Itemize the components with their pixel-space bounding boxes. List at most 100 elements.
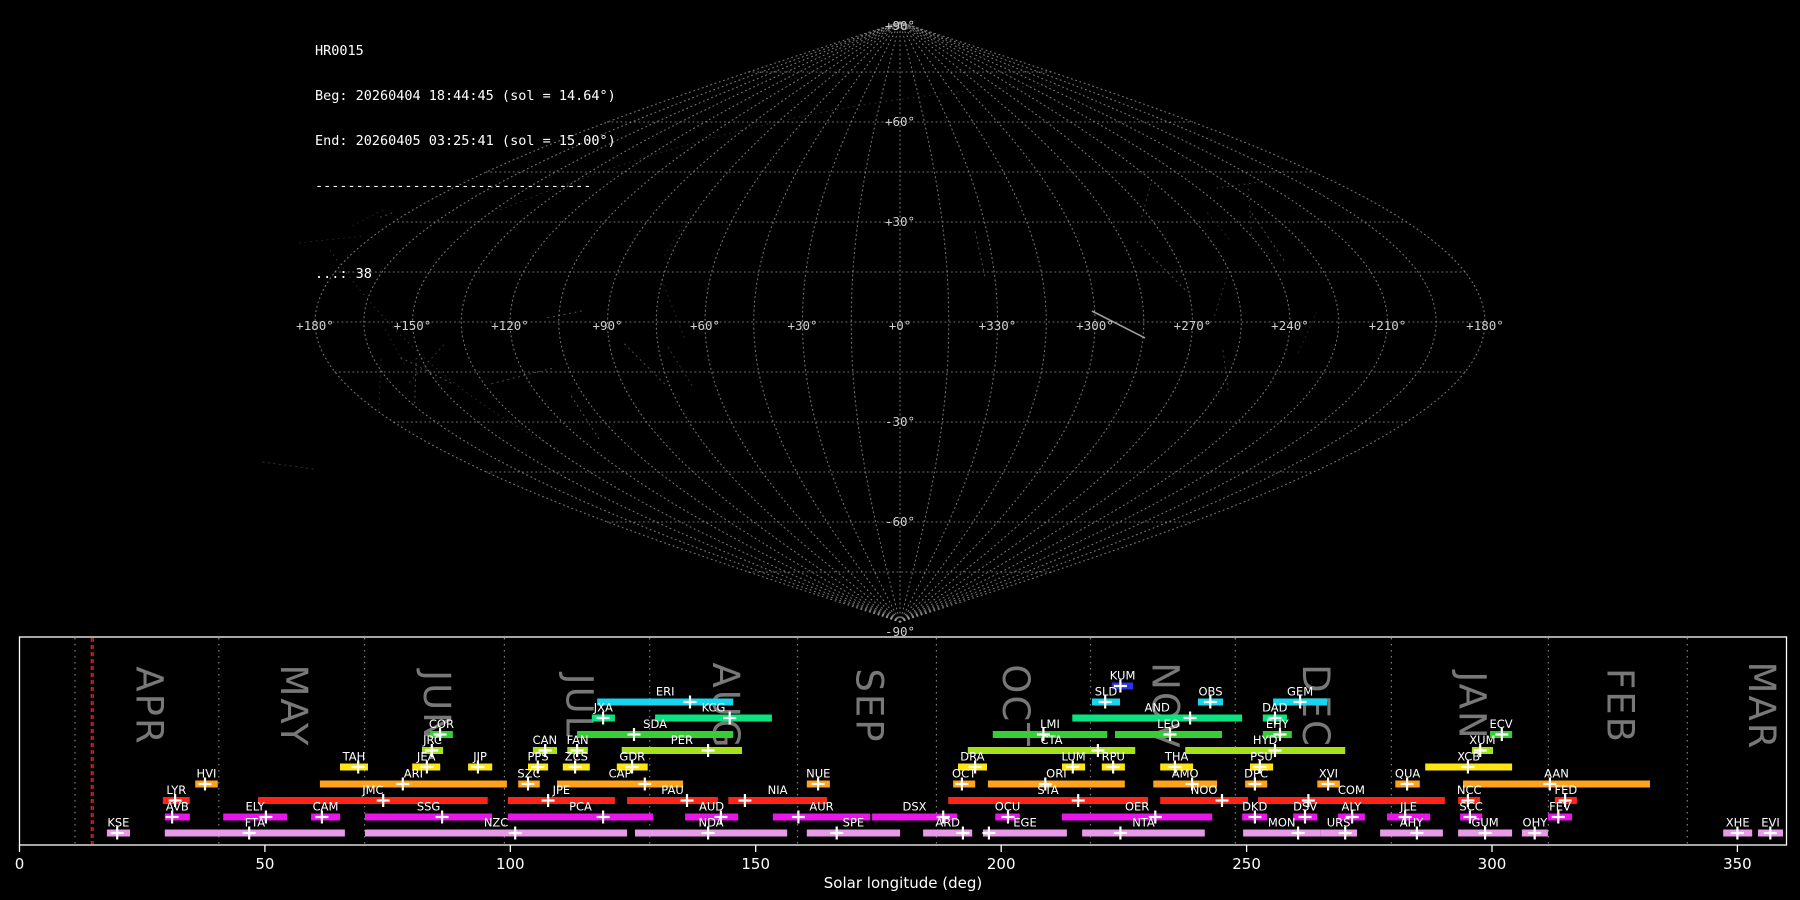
map-lat-label: -60° [885, 514, 915, 529]
shower-code-label: COM [1338, 783, 1365, 797]
shower-code-label: TAH [342, 750, 366, 764]
map-lon-label: +180° [296, 318, 334, 333]
shower-code-label: AUD [699, 800, 724, 814]
map-lon-label: +210° [1369, 318, 1407, 333]
map-lon-label: +180° [1466, 318, 1504, 333]
meteor-trail [1207, 213, 1229, 240]
shower-code-label: JLE [1399, 800, 1417, 814]
shower-code-label: AMO [1172, 767, 1199, 781]
meteor-trail [1137, 242, 1185, 290]
shower-code-label: ORI [1046, 767, 1066, 781]
shower-code-label: JMC [361, 783, 383, 797]
shower-code-label: NUE [806, 767, 830, 781]
shower-code-label: KUM [1110, 669, 1136, 683]
meteor-trail [662, 216, 688, 259]
shower-bar [365, 830, 627, 837]
shower-code-label: NIA [768, 783, 788, 797]
meteor-trail [261, 462, 314, 469]
shower-bar [258, 797, 488, 804]
x-axis-tick-label: 300 [1478, 855, 1507, 873]
shower-bar [807, 830, 900, 837]
map-lon-label: +90° [592, 318, 622, 333]
shower-code-label: NZC [484, 816, 509, 830]
x-axis-tick-label: 150 [741, 855, 770, 873]
shower-code-label: OCT [952, 767, 977, 781]
shower-code-label: HVI [197, 767, 217, 781]
shower-code-label: PAU [661, 783, 683, 797]
run-id: HR0015 [315, 44, 616, 59]
shower-code-label: SSG [417, 800, 441, 814]
shower-code-label: PSU [1250, 750, 1273, 764]
shower-code-label: AHY [1400, 816, 1425, 830]
shower-peak-cross [792, 811, 805, 824]
meteor-trail [385, 329, 405, 365]
map-lon-label: +300° [1076, 318, 1114, 333]
shower-code-label: MON [1268, 816, 1296, 830]
shower-code-label: DAD [1262, 701, 1288, 715]
shower-code-label: NCC [1457, 783, 1482, 797]
shower-code-label: JRC [422, 733, 442, 747]
meteor-trail [1142, 183, 1152, 217]
header-gap [315, 224, 616, 237]
shower-bar [508, 797, 615, 804]
shower-code-label: XHE [1726, 816, 1750, 830]
meteor-trail [1215, 274, 1228, 316]
meteor-trail [975, 230, 985, 277]
shower-code-label: DSV [1293, 800, 1317, 814]
shower-bar [1082, 830, 1205, 837]
map-lon-label: +30° [787, 318, 817, 333]
shower-code-label: SDA [643, 717, 667, 731]
shower-code-label: OCU [995, 800, 1021, 814]
meteor-trail [623, 342, 665, 384]
shower-code-label: OER [1125, 800, 1149, 814]
shower-code-label: SCC [1459, 800, 1482, 814]
shower-code-label: LMI [1040, 717, 1060, 731]
shower-code-label: SPE [843, 816, 865, 830]
shower-bar [320, 781, 507, 788]
shower-code-label: THA [1164, 750, 1189, 764]
shower-bar [1160, 797, 1248, 804]
shower-code-label: LYR [166, 783, 186, 797]
x-axis-tick-label: 250 [1232, 855, 1261, 873]
shower-bar [365, 814, 492, 821]
shower-code-label: AUR [809, 800, 833, 814]
map-lon-label: +150° [394, 318, 432, 333]
x-axis-tick-label: 50 [255, 855, 274, 873]
x-axis-tick-label: 100 [496, 855, 525, 873]
shower-peak-cross [597, 811, 610, 824]
map-lon-label: +270° [1174, 318, 1212, 333]
shower-code-label: SLD [1095, 685, 1118, 699]
shower-code-label: ECV [1490, 717, 1513, 731]
map-lon-label: +60° [690, 318, 720, 333]
map-lon-label: +120° [491, 318, 529, 333]
shower-code-label: AVB [166, 800, 189, 814]
shower-code-label: ZCS [565, 750, 588, 764]
shower-code-label: EHY [1266, 717, 1290, 731]
meteor-trail [662, 279, 685, 338]
x-axis-tick-label: 200 [987, 855, 1016, 873]
shower-code-label: STA [1037, 783, 1058, 797]
shower-code-label: ARD [935, 816, 960, 830]
month-label: APR [127, 666, 170, 745]
shower-code-label: XUM [1469, 733, 1495, 747]
shower-code-label: NTA [1132, 816, 1155, 830]
map-lat-label: +90° [885, 18, 915, 33]
shower-code-label: CAM [313, 800, 339, 814]
shower-code-label: CAP [609, 767, 632, 781]
meteor-trail [1248, 184, 1252, 234]
map-lon-label: +0° [889, 318, 912, 333]
x-axis-tick-label: 350 [1723, 855, 1752, 873]
shower-code-label: PPS [528, 750, 549, 764]
beg-line: Beg: 20260404 18:44:45 (sol = 14.64°) [315, 89, 616, 104]
shower-code-label: JIP [472, 750, 487, 764]
shower-code-label: RPU [1102, 750, 1125, 764]
shower-code-label: ERI [656, 685, 675, 699]
shower-code-label: OHY [1523, 816, 1549, 830]
shower-peak-cross [628, 728, 641, 741]
shower-peak-cross [684, 696, 697, 709]
shower-code-label: COR [429, 717, 454, 731]
shower-code-label: ARI [404, 767, 423, 781]
shower-peak-cross [830, 827, 843, 840]
shower-code-label: EVI [1761, 816, 1780, 830]
shower-code-label: QUA [1395, 767, 1420, 781]
